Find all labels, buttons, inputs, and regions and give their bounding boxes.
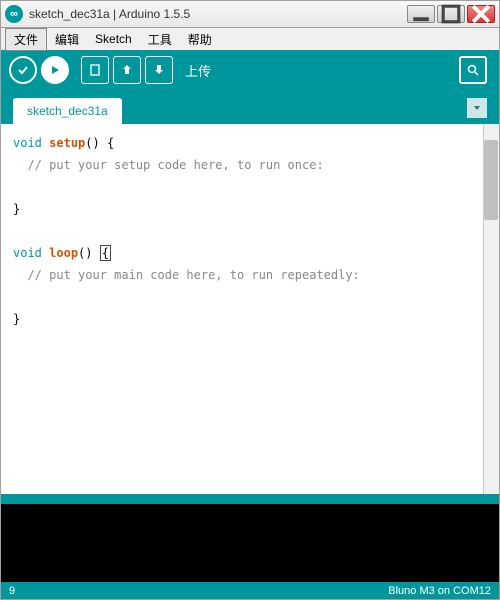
minimize-button[interactable] bbox=[407, 5, 435, 23]
tab-menu-button[interactable] bbox=[467, 98, 487, 118]
code-line bbox=[13, 176, 487, 198]
save-button[interactable] bbox=[145, 56, 173, 84]
console-output bbox=[0, 504, 500, 582]
menu-tools[interactable]: 工具 bbox=[140, 29, 180, 50]
code-editor[interactable]: void setup() { // put your setup code he… bbox=[0, 124, 500, 494]
code-line: // put your setup code here, to run once… bbox=[13, 154, 487, 176]
close-button[interactable] bbox=[467, 5, 495, 23]
toolbar: 上传 bbox=[0, 50, 500, 90]
menu-sketch[interactable]: Sketch bbox=[87, 30, 140, 48]
upload-button[interactable] bbox=[41, 56, 69, 84]
menu-edit[interactable]: 编辑 bbox=[47, 29, 87, 50]
window-title: sketch_dec31a | Arduino 1.5.5 bbox=[29, 7, 407, 21]
code-line: void loop() { bbox=[13, 242, 487, 264]
code-line bbox=[13, 220, 487, 242]
code-line: } bbox=[13, 198, 487, 220]
open-button[interactable] bbox=[113, 56, 141, 84]
new-button[interactable] bbox=[81, 56, 109, 84]
serial-monitor-button[interactable] bbox=[459, 56, 487, 84]
verify-button[interactable] bbox=[9, 56, 37, 84]
code-line bbox=[13, 286, 487, 308]
code-line: } bbox=[13, 308, 487, 330]
code-line: // put your main code here, to run repea… bbox=[13, 264, 487, 286]
status-board: Bluno M3 on COM12 bbox=[388, 585, 491, 597]
maximize-button[interactable] bbox=[437, 5, 465, 23]
tab-sketch[interactable]: sketch_dec31a bbox=[13, 98, 122, 124]
cursor-position: { bbox=[100, 245, 111, 261]
arduino-icon bbox=[5, 5, 23, 23]
menu-help[interactable]: 帮助 bbox=[180, 29, 220, 50]
scrollbar-thumb[interactable] bbox=[484, 140, 498, 220]
window-controls bbox=[407, 5, 495, 23]
statusbar: 9 Bluno M3 on COM12 bbox=[0, 582, 500, 600]
editor-scrollbar[interactable] bbox=[483, 124, 499, 494]
code-line: void setup() { bbox=[13, 132, 487, 154]
menu-file[interactable]: 文件 bbox=[5, 28, 47, 51]
tabbar: sketch_dec31a bbox=[0, 90, 500, 124]
separator bbox=[0, 494, 500, 504]
titlebar: sketch_dec31a | Arduino 1.5.5 bbox=[0, 0, 500, 28]
upload-label: 上传 bbox=[185, 61, 211, 80]
status-line-number: 9 bbox=[9, 585, 388, 597]
menubar: 文件 编辑 Sketch 工具 帮助 bbox=[0, 28, 500, 50]
